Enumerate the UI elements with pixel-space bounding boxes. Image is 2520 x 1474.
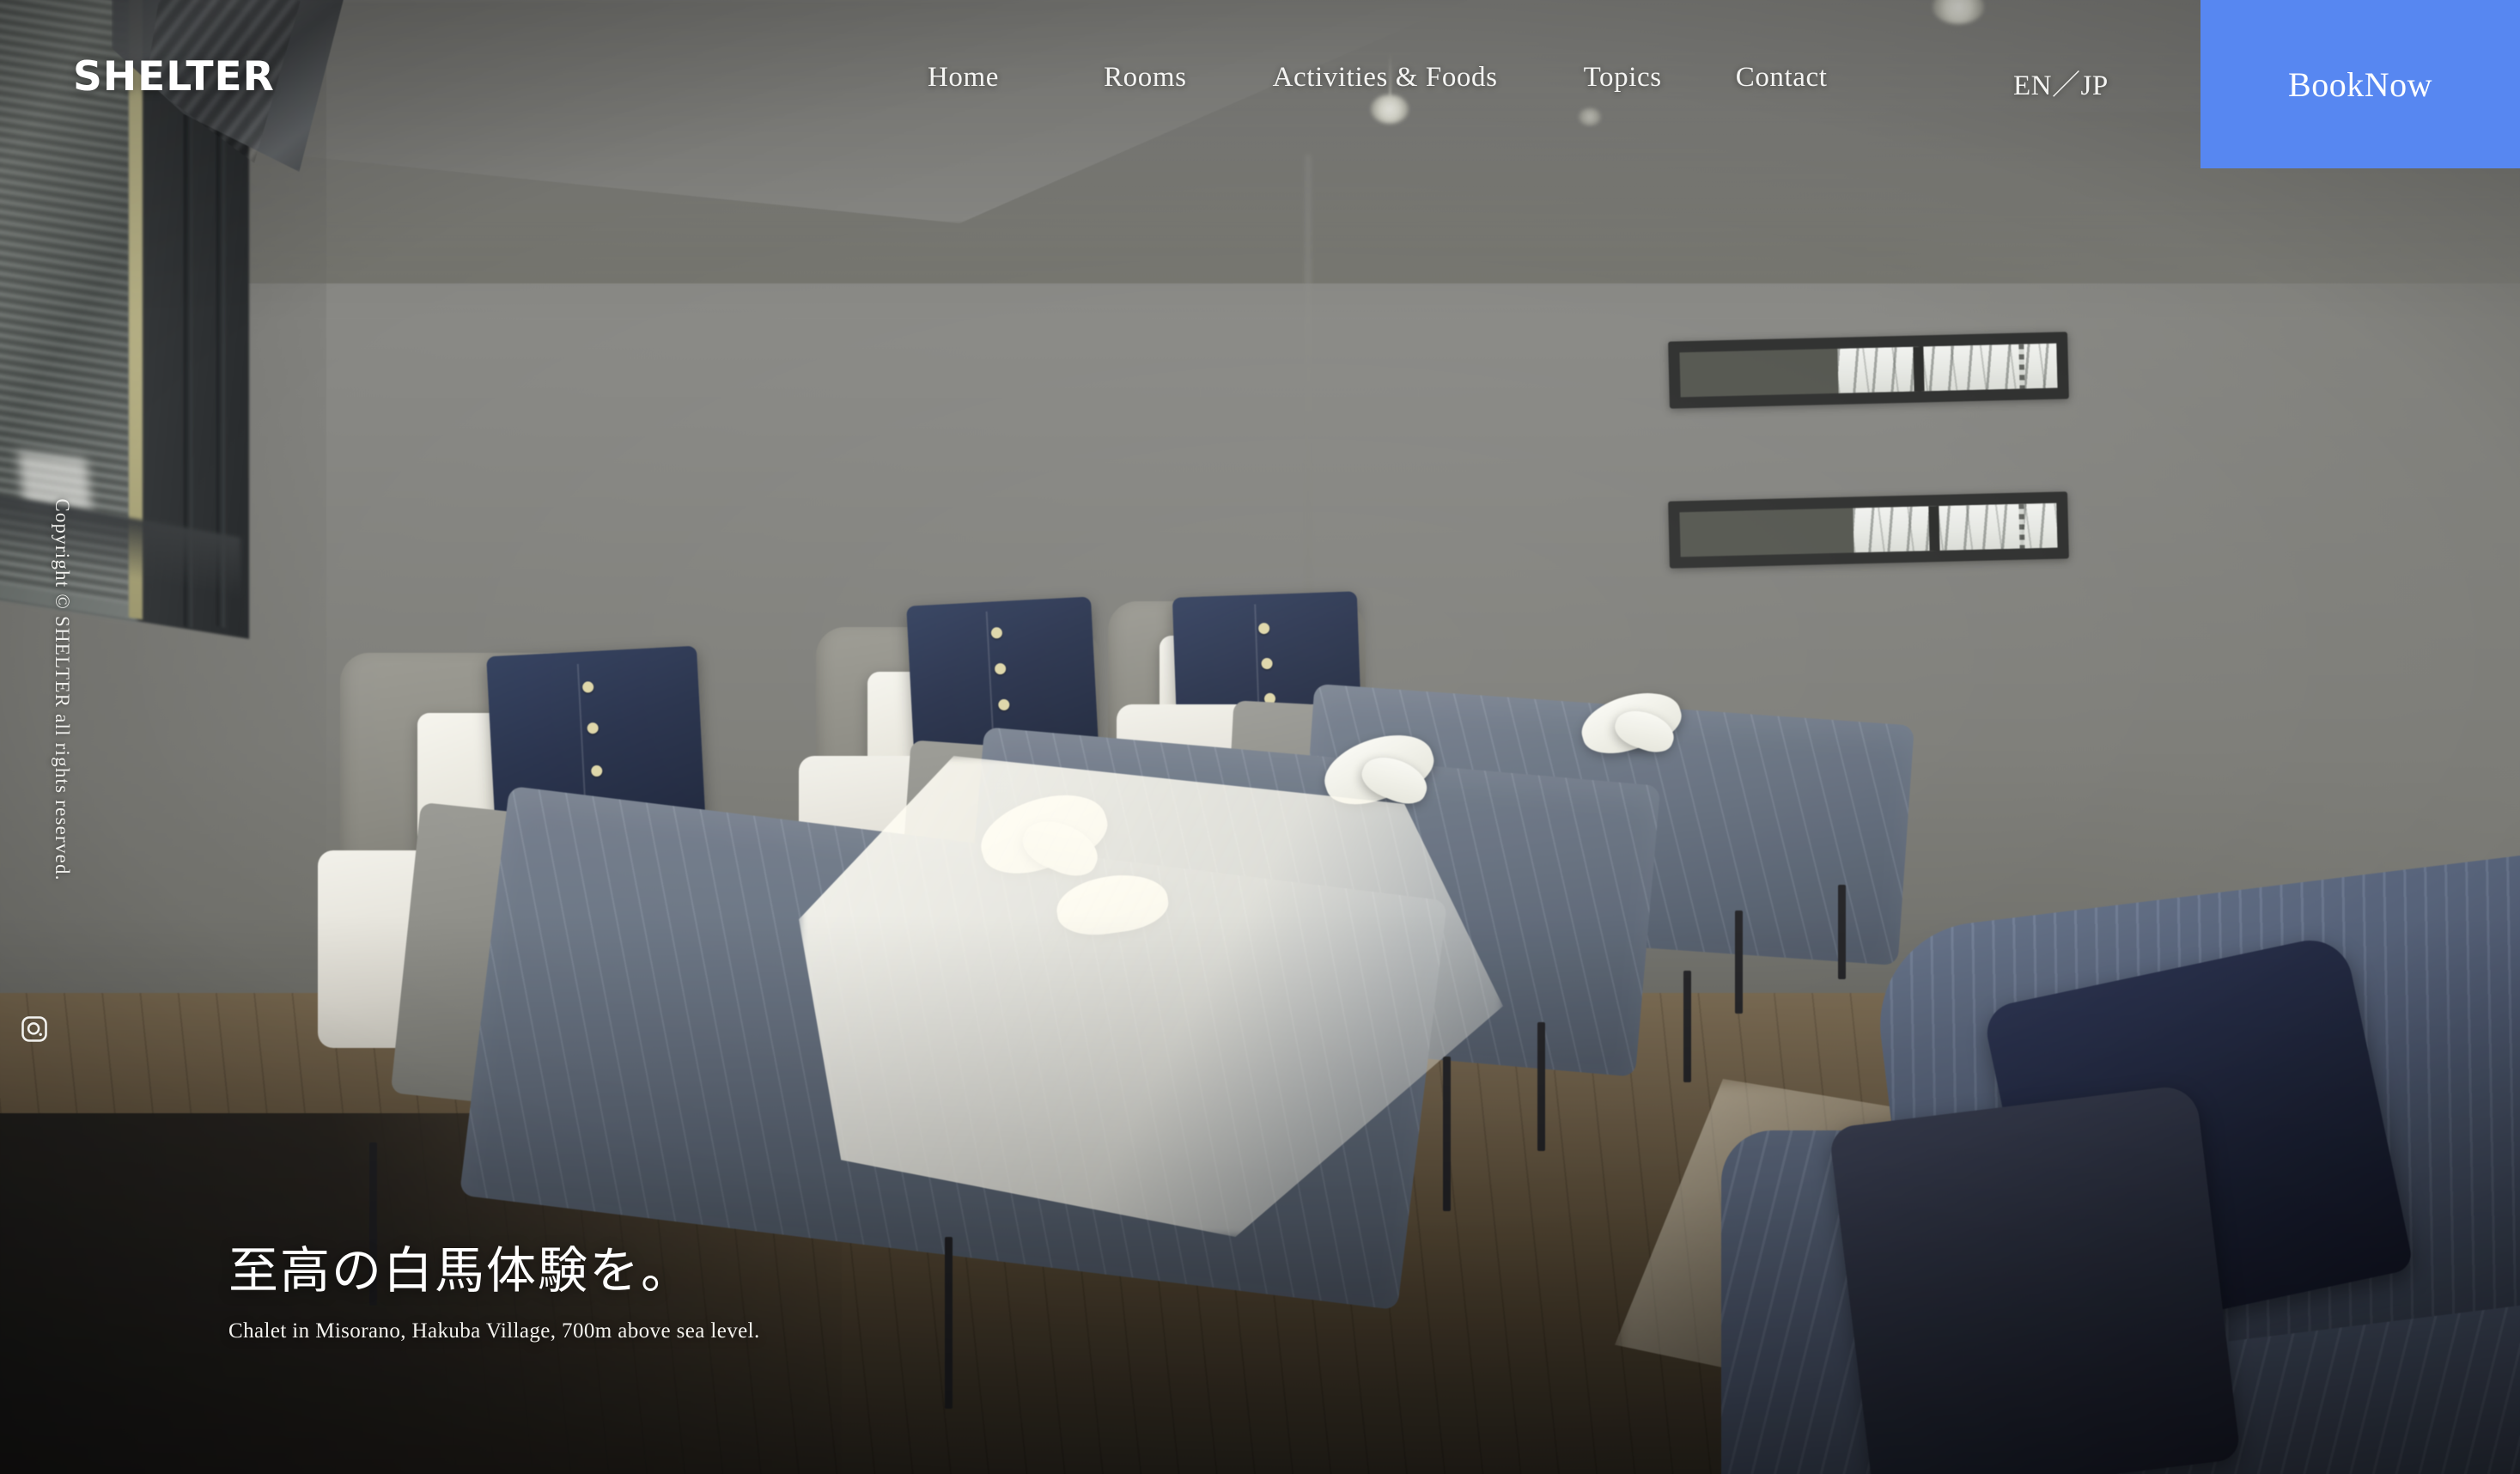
hero-copy: 至高の白馬体験を。 Chalet in Misorano, Hakuba Vil… (228, 1243, 760, 1343)
site-logo[interactable]: SHELTER (73, 57, 275, 97)
site-header: SHELTER Home Rooms Activities & Foods To… (0, 0, 2520, 168)
slit-window-upper (1668, 332, 2069, 409)
nav-topics[interactable]: Topics (1584, 62, 1662, 94)
book-now-label: BookNow (2288, 64, 2432, 104)
nav-contact[interactable]: Contact (1736, 62, 1828, 94)
nav-activities-foods[interactable]: Activities & Foods (1273, 62, 1498, 94)
book-now-button[interactable]: BookNow (2200, 0, 2520, 168)
hero-subhead: Chalet in Misorano, Hakuba Village, 700m… (228, 1319, 760, 1343)
primary-navigation: Home Rooms Activities & Foods Topics Con… (928, 62, 1828, 94)
slit-window-lower (1668, 491, 2069, 569)
hero-headline: 至高の白馬体験を。 (228, 1241, 693, 1300)
copyright-text: Copyright © SHELTER all rights reserved. (52, 498, 73, 881)
language-toggle[interactable]: EN／JP (2013, 62, 2109, 103)
blue-velvet-sofa (1695, 847, 2520, 1474)
left-rail: Copyright © SHELTER all rights reserved. (0, 0, 94, 1474)
nav-rooms[interactable]: Rooms (1104, 62, 1187, 94)
nav-home[interactable]: Home (928, 62, 999, 94)
page-viewport: SHELTER Home Rooms Activities & Foods To… (0, 0, 2520, 1474)
instagram-icon[interactable] (19, 1014, 50, 1045)
